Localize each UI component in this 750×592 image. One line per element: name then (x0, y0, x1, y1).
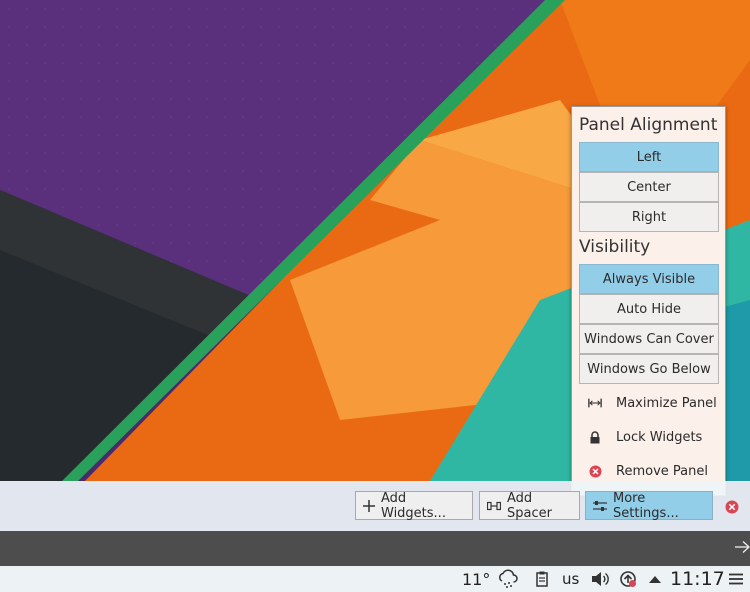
visibility-title: Visibility (579, 237, 651, 257)
more-settings-button[interactable]: More Settings... (585, 490, 713, 521)
arrow-right-icon[interactable] (734, 540, 750, 554)
panel-alignment-title: Panel Alignment (579, 115, 718, 135)
auto-hide-button[interactable]: Auto Hide (579, 294, 719, 324)
lock-icon (588, 430, 602, 444)
add-widgets-button[interactable]: Add Widgets... (355, 490, 473, 521)
settings-sliders-icon (593, 500, 607, 512)
add-spacer-button[interactable]: Add Spacer (479, 490, 580, 521)
windows-can-cover-button[interactable]: Windows Can Cover (579, 324, 719, 354)
weather-temperature[interactable]: 11° (462, 566, 490, 592)
weather-snow-cloud-icon[interactable] (497, 566, 519, 592)
align-left-button[interactable]: Left (579, 142, 719, 172)
align-right-button[interactable]: Right (579, 202, 719, 232)
align-center-button[interactable]: Center (579, 172, 719, 202)
maximize-panel-button[interactable]: Maximize Panel (579, 389, 719, 417)
lock-widgets-button[interactable]: Lock Widgets (579, 423, 719, 451)
updates-icon[interactable] (619, 566, 637, 592)
more-settings-label: More Settings... (613, 490, 679, 521)
plus-icon (363, 499, 375, 512)
panel-settings-popup: Panel Alignment Left Center Right Visibi… (571, 106, 726, 496)
hamburger-menu-icon[interactable] (729, 566, 743, 592)
remove-panel-label: Remove Panel (616, 463, 708, 479)
volume-icon[interactable] (591, 566, 609, 592)
maximize-panel-label: Maximize Panel (616, 395, 717, 411)
windows-go-below-button[interactable]: Windows Go Below (579, 354, 719, 384)
add-widgets-label: Add Widgets... (381, 490, 446, 521)
close-edit-mode-button[interactable] (725, 499, 739, 514)
add-spacer-label: Add Spacer (507, 490, 552, 521)
close-icon (725, 500, 739, 514)
tray-expand-arrow-icon[interactable] (649, 566, 661, 592)
clipboard-icon[interactable] (536, 566, 548, 592)
spacer-icon (487, 501, 501, 511)
taskbar: 11° us 11:17 (0, 566, 750, 592)
maximize-icon (588, 396, 602, 410)
lock-widgets-label: Lock Widgets (616, 429, 703, 445)
remove-icon (588, 464, 602, 478)
keyboard-layout[interactable]: us (562, 566, 579, 592)
panel-ruler[interactable] (0, 531, 750, 566)
clock[interactable]: 11:17 (670, 566, 725, 592)
panel-edit-toolbar: Add Widgets... Add Spacer More Settings.… (0, 481, 750, 531)
always-visible-button[interactable]: Always Visible (579, 264, 719, 294)
